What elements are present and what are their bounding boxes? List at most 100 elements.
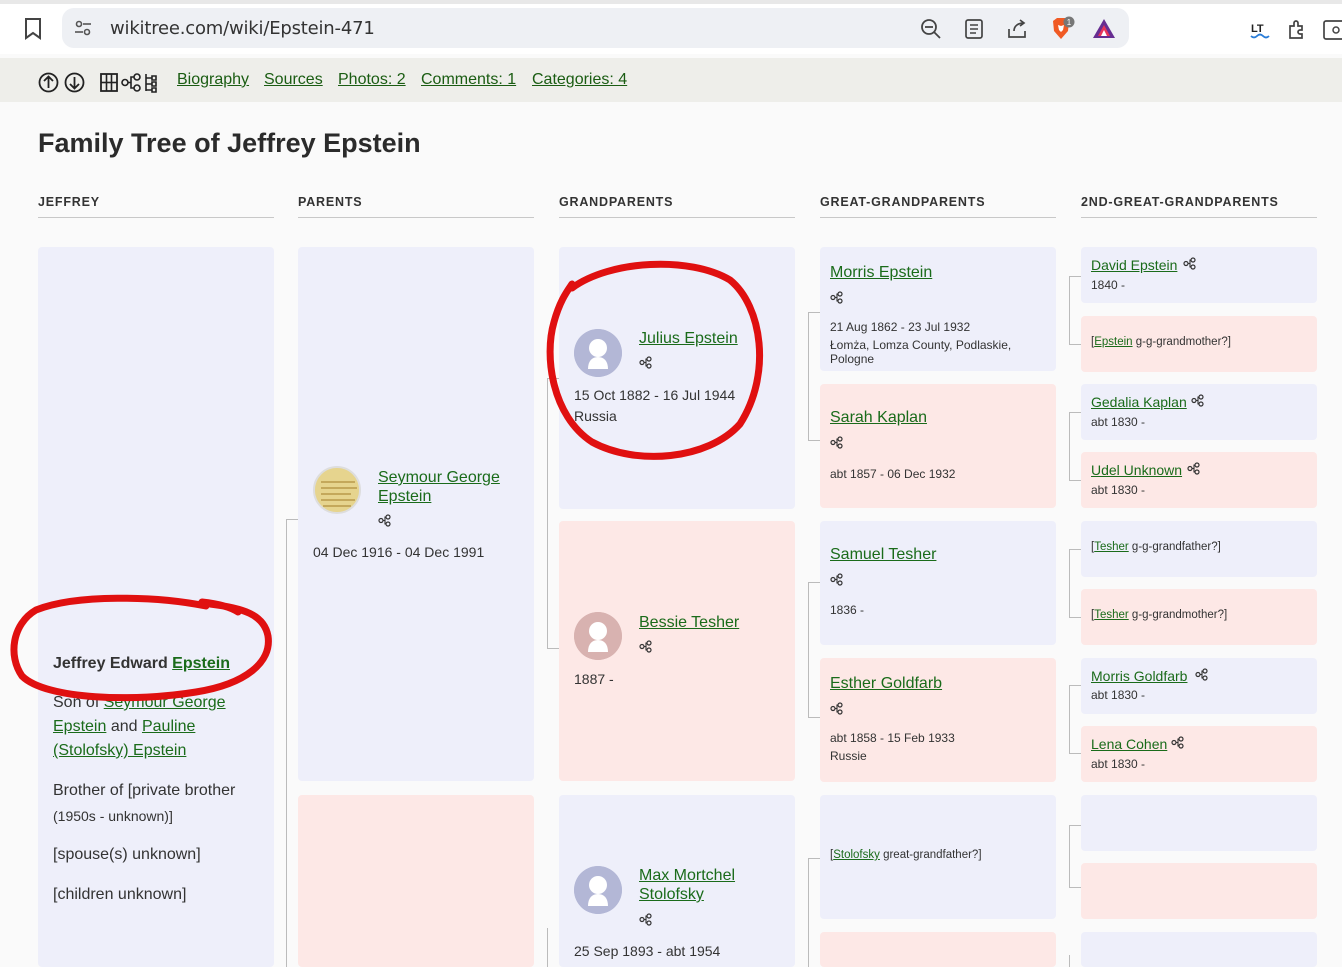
tree-icon[interactable] (639, 640, 652, 653)
grandfather-max-card: Max Mortchel Stolofsky 25 Sep 1893 - abt… (559, 795, 795, 967)
tree-icon[interactable] (830, 573, 843, 586)
comments-link[interactable]: Comments: 1 (421, 71, 516, 89)
epstein-surname-link[interactable]: Epstein (1094, 336, 1132, 348)
zoom-out-icon[interactable] (920, 18, 942, 40)
connector-line (1069, 344, 1081, 345)
categories-link[interactable]: Categories: 4 (532, 71, 627, 89)
julius-name-link[interactable]: Julius Epstein (639, 329, 738, 348)
connector-line (547, 928, 548, 967)
father-link[interactable]: Seymour George (104, 694, 226, 711)
morris-place: Łomża, Lomza County, Podlaskie, Pologne (830, 338, 1012, 366)
sarah-name-link[interactable]: Sarah Kaplan (830, 408, 927, 427)
tree-icon[interactable] (1187, 462, 1200, 475)
gggp-tesher-placeholder-1-card: [Tesher g-g-grandfather?] (1081, 521, 1317, 577)
tree-icon[interactable] (639, 913, 652, 926)
tree-view-icon[interactable] (121, 72, 142, 93)
udel-name-link[interactable]: Udel Unknown (1091, 462, 1182, 478)
main-person-surname-link[interactable]: Epstein (172, 655, 230, 672)
ggp-empty-card (820, 932, 1056, 967)
tree-icon[interactable] (830, 291, 843, 304)
tree-icon[interactable] (1171, 736, 1184, 749)
connector-line (1069, 549, 1081, 550)
samuel-dates: 1836 - (830, 603, 865, 617)
address-bar[interactable]: wikitree.com/wiki/Epstein-471 1 (62, 8, 1129, 48)
url-text[interactable]: wikitree.com/wiki/Epstein-471 (110, 18, 375, 39)
connector-line (1069, 753, 1081, 754)
epstein-placeholder-text: [Epstein g-g-grandmother?] (1091, 336, 1232, 348)
tree-icon[interactable] (378, 514, 391, 527)
brave-shields-icon[interactable]: 1 (1049, 16, 1075, 42)
gggp-epstein-placeholder-card: [Epstein g-g-grandmother?] (1081, 316, 1317, 372)
connector-line (547, 378, 548, 648)
bessie-dates: 1887 - (574, 671, 614, 687)
tree-icon[interactable] (639, 356, 652, 369)
site-settings-icon[interactable] (74, 19, 92, 37)
tesher-surname-link[interactable]: Tesher (1094, 541, 1129, 553)
descendant-list-icon[interactable] (143, 72, 164, 93)
tesher-surname-link[interactable]: Tesher (1094, 609, 1129, 621)
column-header-jeffrey: JEFFREY (38, 195, 274, 218)
gggp-gedalia-card: Gedalia Kaplan abt 1830 - (1081, 384, 1317, 440)
gedalia-dates: abt 1830 - (1091, 415, 1146, 429)
ggp-esther-card: Esther Goldfarb abt 1858 - 15 Feb 1933 R… (820, 658, 1056, 782)
morris-goldfarb-dates: abt 1830 - (1091, 688, 1146, 702)
mother-link-surname[interactable]: (Stolofsky) Epstein (53, 742, 186, 759)
placeholder-label: g-g-grandmother?] (1128, 609, 1228, 621)
stolofsky-placeholder-text: [Stolofsky great-grandfather?] (830, 849, 982, 861)
gggp-empty-card (1081, 932, 1317, 967)
max-surname-link[interactable]: Stolofsky (639, 885, 704, 904)
sidebar-icon[interactable] (1322, 18, 1342, 42)
column-header-grandparents: GRANDPARENTS (559, 195, 795, 218)
descendants-down-icon[interactable] (64, 72, 85, 93)
ggp-morris-card: Morris Epstein 21 Aug 1862 - 23 Jul 1932… (820, 247, 1056, 371)
gggp-tesher-placeholder-2-card: [Tesher g-g-grandmother?] (1081, 589, 1317, 645)
bookmark-icon[interactable] (24, 18, 42, 40)
gedalia-name-link[interactable]: Gedalia Kaplan (1091, 394, 1187, 410)
ggp-stolofsky-placeholder-card: [Stolofsky great-grandfather?] (820, 795, 1056, 919)
max-name-link[interactable]: Max Mortchel (639, 866, 735, 885)
ancestors-up-icon[interactable] (38, 72, 59, 93)
reader-mode-icon[interactable] (963, 18, 985, 40)
tesher-placeholder-text: [Tesher g-g-grandmother?] (1091, 609, 1228, 621)
placeholder-label: g-g-grandmother?] (1132, 336, 1232, 348)
share-icon[interactable] (1006, 18, 1028, 40)
bessie-name-link[interactable]: Bessie Tesher (639, 613, 739, 632)
languagetool-icon[interactable]: LT (1248, 18, 1272, 42)
stolofsky-surname-link[interactable]: Stolofsky (833, 849, 880, 861)
morris-goldfarb-name-link[interactable]: Morris Goldfarb (1091, 668, 1187, 684)
lena-name-link[interactable]: Lena Cohen (1091, 736, 1167, 752)
max-avatar[interactable] (574, 866, 622, 914)
brother-dates: (1950s - unknown)] (53, 808, 173, 824)
sources-link[interactable]: Sources (264, 71, 323, 89)
mother-card (298, 795, 534, 967)
connector-line (1069, 825, 1070, 887)
tree-icon[interactable] (830, 702, 843, 715)
father-photo[interactable] (313, 466, 361, 514)
bessie-avatar[interactable] (574, 612, 622, 660)
biography-link[interactable]: Biography (177, 71, 249, 89)
connector-line (1069, 276, 1081, 277)
connector-line (808, 312, 820, 313)
father-name-link[interactable]: Seymour George (378, 468, 500, 487)
brave-rewards-icon[interactable] (1092, 17, 1116, 41)
family-group-icon[interactable] (99, 72, 120, 93)
tree-icon[interactable] (1183, 257, 1196, 270)
connector-line (286, 519, 298, 520)
tree-icon[interactable] (1195, 668, 1208, 681)
tree-icon[interactable] (1191, 394, 1204, 407)
julius-avatar[interactable] (574, 329, 622, 377)
father-link-surname[interactable]: Epstein (53, 718, 106, 735)
samuel-name-link[interactable]: Samuel Tesher (830, 545, 936, 564)
tree-icon[interactable] (830, 436, 843, 449)
father-surname-link[interactable]: Epstein (378, 487, 431, 506)
morris-name-link[interactable]: Morris Epstein (830, 263, 932, 282)
mother-link[interactable]: Pauline (142, 718, 195, 735)
extensions-icon[interactable] (1286, 18, 1310, 42)
connector-line (808, 858, 809, 967)
david-name-link[interactable]: David Epstein (1091, 257, 1177, 273)
esther-name-link[interactable]: Esther Goldfarb (830, 674, 942, 693)
connector-line (808, 858, 820, 859)
photos-link[interactable]: Photos: 2 (338, 71, 406, 89)
connector-line (1069, 412, 1070, 480)
placeholder-label: g-g-grandfather?] (1128, 541, 1221, 553)
